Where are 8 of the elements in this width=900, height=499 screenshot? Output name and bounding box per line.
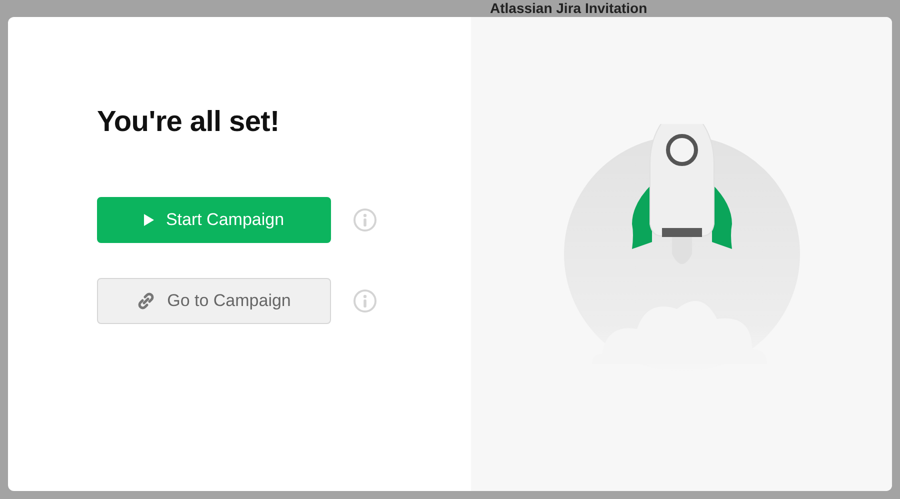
link-icon xyxy=(137,292,156,310)
info-icon[interactable] xyxy=(353,288,377,313)
link-button[interactable]: Go to Campaign xyxy=(97,278,331,324)
background-title: Atlassian Jira Invitation xyxy=(490,1,648,15)
info-icon[interactable] xyxy=(353,208,377,232)
play-icon xyxy=(144,214,154,226)
dialog-title: You're all set! xyxy=(97,105,280,140)
start-button[interactable]: Start Campaign xyxy=(97,196,331,243)
